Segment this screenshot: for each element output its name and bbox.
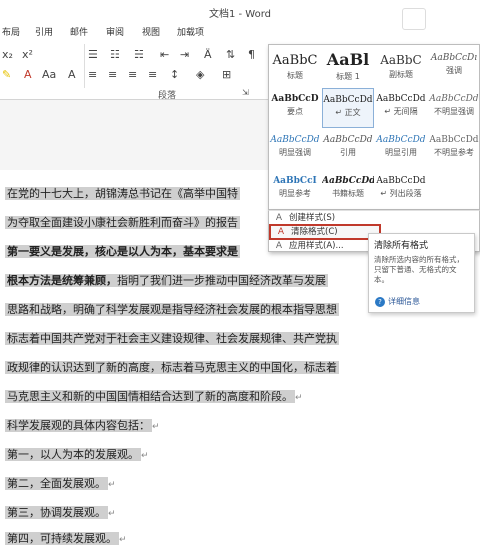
style-intense-emphasis[interactable]: AaBbCcDd 明显强调 [269,129,321,169]
style-heading-1[interactable]: AaBl 标题 1 [322,47,374,87]
style-subtle-emphasis[interactable]: AaBbCcDd 不明显强调 [428,88,480,128]
doc-line[interactable]: 标志着中国共产党对于社会主义建设规律、社会发展规律、共产党执 [5,328,339,350]
multilevel-list-icon[interactable]: ☵ [134,48,144,61]
paragraph-dialog-launcher[interactable]: ⇲ [242,88,249,97]
style-emphasis[interactable]: AaBbCcDı 强调 [428,47,480,87]
doc-line[interactable]: 根本方法是统筹兼顾，指明了我们进一步推动中国经济改革与发展 [5,270,328,292]
style-intense-quote[interactable]: AaBbCcDd 明显引用 [375,129,427,169]
shading-icon[interactable]: ◈ [196,68,204,81]
align-center-icon[interactable]: ≡ [108,68,117,81]
style-intense-reference[interactable]: AaBbCcI 明显参考 [269,170,321,210]
style-normal[interactable]: AaBbCcDd ↵ 正文 [322,88,374,128]
doc-line[interactable]: 在党的十七大上，胡锦涛总书记在《高举中国特 [5,183,240,205]
doc-line[interactable]: 政规律的认识达到了新的高度，标志着马克思主义的中国化，标志着 [5,357,339,379]
style-strong[interactable]: AaBbCcD 要点 [269,88,321,128]
doc-line[interactable]: 科学发展观的具体内容包括： ↵ [5,415,160,437]
sort-icon[interactable]: ⇅ [226,48,235,61]
ribbon-tabs: 布局 引用 邮件 审阅 视图 加载项 [0,22,480,40]
style-no-spacing[interactable]: AaBbCcDd ↵ 无间隔 [375,88,427,128]
line-spacing-icon[interactable]: ↕ [170,68,179,81]
clear-formatting-icon: A [277,227,285,237]
font-color-icon[interactable]: A [24,68,32,81]
char-shading-icon[interactable]: A [68,68,76,81]
style-quote[interactable]: AaBbCcDd 引用 [322,129,374,169]
font-size-icon[interactable]: Aa [42,68,56,81]
doc-line[interactable]: 第四，可持续发展观。 ↵ [5,528,127,550]
numbering-icon[interactable]: ☷ [110,48,120,61]
help-icon: ? [375,297,385,307]
style-subtitle[interactable]: AaBbC 副标题 [375,47,427,87]
show-marks-icon[interactable]: ¶ [248,48,255,61]
clear-formatting-tooltip: 清除所有格式 清除所选内容的所有格式，只留下普通、无格式的文本。 ? 详细信息 [368,233,475,313]
apply-styles-icon: A [275,241,283,251]
doc-line[interactable]: 思路和战略，明确了科学发展观是指导经济社会发展的根本指导思想 [5,299,339,321]
align-right-icon[interactable]: ≡ [128,68,137,81]
tab-addins[interactable]: 加载项 [177,25,204,38]
justify-icon[interactable]: ≡ [148,68,157,81]
text-effects-icon[interactable]: ✎ [2,68,11,81]
doc-line[interactable]: 为夺取全面建设小康社会新胜利而奋斗》的报告 [5,212,240,234]
doc-line[interactable]: 第一要义是发展，核心是以人为本，基本要求是 [5,241,240,263]
increase-indent-icon[interactable]: ⇥ [180,48,189,61]
doc-line[interactable]: 第二，全面发展观。 ↵ [5,473,116,495]
title-bar: 文档1 - Word [0,0,480,30]
tab-view[interactable]: 视图 [142,25,160,38]
tab-layout[interactable]: 布局 [2,25,20,38]
tooltip-body: 清除所选内容的所有格式，只留下普通、无格式的文本。 [374,255,464,284]
tab-review[interactable]: 审阅 [106,25,124,38]
styles-gallery: AaBbC 标题 AaBl 标题 1 AaBbC 副标题 AaBbCcDı 强调… [268,44,480,210]
borders-icon[interactable]: ⊞ [222,68,231,81]
ribbon-divider [84,44,85,88]
clear-formatting-item[interactable]: A 清除格式(C) [269,224,381,240]
doc-line[interactable]: 第一，以人为本的发展观。 ↵ [5,444,149,466]
more-info-link[interactable]: ? 详细信息 [375,296,420,307]
chinese-layout-icon[interactable]: Ä [204,48,212,61]
bullets-icon[interactable]: ☰ [88,48,98,61]
style-list-paragraph[interactable]: AaBbCcDd ↵ 列出段落 [375,170,427,210]
doc-line[interactable]: 马克思主义和新的中国国情相结合达到了新的高度和阶段。 ↵ [5,386,303,408]
style-book-title[interactable]: AaBbCcDd 书籍标题 [322,170,374,210]
tab-mailings[interactable]: 邮件 [70,25,88,38]
decrease-indent-icon[interactable]: ⇤ [160,48,169,61]
tab-references[interactable]: 引用 [35,25,53,38]
apply-styles-item[interactable]: A 应用样式(A)... [269,240,381,253]
style-title[interactable]: AaBbC 标题 [269,47,321,87]
superscript-icon[interactable]: x² [22,48,33,61]
tooltip-title: 清除所有格式 [374,241,429,251]
align-left-icon[interactable]: ≡ [88,68,97,81]
doc-line[interactable]: 第三，协调发展观。 ↵ [5,502,116,524]
style-subtle-reference[interactable]: AaBbCcDd 不明显参考 [428,129,480,169]
subscript-icon[interactable]: x₂ [2,48,13,61]
ribbon-group-labels: 段落 ⇲ [0,88,270,101]
